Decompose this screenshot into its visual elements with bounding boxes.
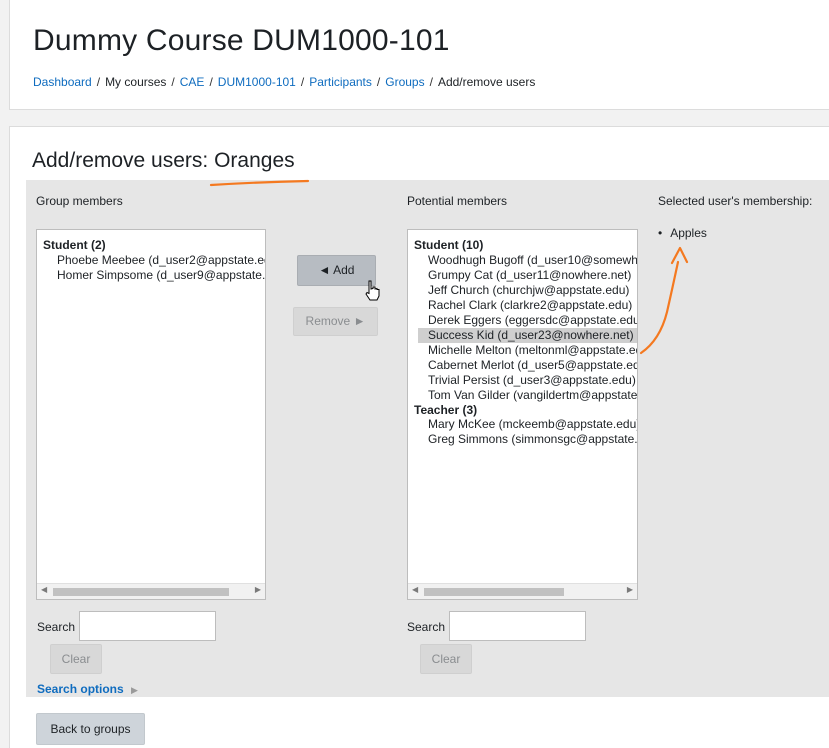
breadcrumb: Dashboard / My courses / CAE / DUM1000-101/Par… (33, 75, 536, 89)
scroll-right-icon[interactable]: ▶ (627, 585, 633, 594)
scroll-left-icon[interactable]: ◀ (41, 585, 47, 594)
breadcrumb-current: Add/remove users (437, 75, 536, 89)
scroll-left-icon[interactable]: ◀ (412, 585, 418, 594)
breadcrumb-participants[interactable]: Participants (309, 75, 372, 89)
list-item[interactable]: Michelle Melton (meltonml@appstate.edu) (408, 343, 637, 358)
caret-right-icon[interactable]: ▶ (131, 685, 138, 695)
search-options-link[interactable]: Search options ▶ (37, 682, 138, 696)
list-item[interactable]: Rachel Clark (clarkre2@appstate.edu) (408, 298, 637, 313)
add-button[interactable]: ◄ Add (297, 255, 376, 286)
group-members-label: Group members (36, 194, 123, 208)
list-item[interactable]: Phoebe Meebee (d_user2@appstate.edu) (37, 253, 265, 268)
list-item[interactable]: Tom Van Gilder (vangildertm@appstate.edu… (408, 388, 637, 403)
search-label: Search (407, 620, 446, 634)
list-item[interactable]: Derek Eggers (eggersdc@appstate.edu) (408, 313, 637, 328)
scrollbar-thumb[interactable] (424, 588, 564, 596)
list-item-selected[interactable]: Success Kid (d_user23@nowhere.net) (418, 327, 637, 343)
list-item[interactable]: Jeff Church (churchjw@appstate.edu) (408, 283, 637, 298)
breadcrumb-my-courses: My courses (105, 75, 167, 89)
scrollbar-thumb[interactable] (53, 588, 229, 596)
page-title-prefix: Add/remove users: (32, 149, 215, 172)
group-members-select[interactable]: Student (2) Phoebe Meebee (d_user2@appst… (36, 229, 266, 600)
page-header: Dummy Course DUM1000-101 Dashboard / My co… (9, 0, 829, 110)
breadcrumb-course[interactable]: DUM1000-101 (218, 75, 296, 89)
group-members-search-input[interactable] (79, 611, 216, 641)
main-region: Add/remove users: Oranges Group members … (9, 126, 829, 748)
membership-list: Apples (658, 226, 707, 240)
breadcrumb-dashboard[interactable]: Dashboard (33, 75, 92, 89)
optgroup-label: Teacher (3) (414, 402, 478, 417)
search-options-label[interactable]: Search options (37, 682, 124, 696)
list-item[interactable]: Cabernet Merlot (d_user5@appstate.edu) (408, 358, 637, 373)
membership-item: Apples (658, 226, 707, 240)
add-remove-panel: Group members Potential members Selected… (26, 180, 829, 697)
list-item[interactable]: Trivial Persist (d_user3@appstate.edu) (408, 373, 637, 388)
course-title: Dummy Course DUM1000-101 (33, 24, 450, 57)
page-title: Add/remove users: Oranges (32, 149, 295, 173)
potential-members-clear-button[interactable]: Clear (420, 644, 472, 674)
search-label: Search (37, 620, 76, 634)
list-item[interactable]: Woodhugh Bugoff (d_user10@somewhere.net) (408, 253, 637, 268)
horizontal-scrollbar[interactable]: ◀ ▶ (408, 583, 637, 599)
membership-label: Selected user's membership: (658, 194, 813, 208)
breadcrumb-groups[interactable]: Groups (385, 75, 424, 89)
potential-members-select[interactable]: Student (10) Woodhugh Bugoff (d_user10@s… (407, 229, 638, 600)
list-item[interactable]: Mary McKee (mckeemb@appstate.edu) (408, 417, 637, 432)
list-item[interactable]: Homer Simpsome (d_user9@appstate.edu) (37, 268, 265, 283)
group-name: Oranges (214, 149, 295, 172)
horizontal-scrollbar[interactable]: ◀ ▶ (37, 583, 265, 599)
optgroup-label: Student (10) (414, 238, 484, 252)
back-to-groups-button[interactable]: Back to groups (36, 713, 145, 745)
remove-button[interactable]: Remove ► (293, 307, 378, 336)
potential-members-search-input[interactable] (449, 611, 586, 641)
list-item[interactable]: Grumpy Cat (d_user11@nowhere.net) (408, 268, 637, 283)
list-item[interactable]: Greg Simmons (simmonsgc@appstate.edu) (408, 432, 637, 447)
scroll-right-icon[interactable]: ▶ (255, 585, 261, 594)
optgroup-label: Student (2) (43, 238, 106, 252)
breadcrumb-cae[interactable]: CAE (180, 75, 205, 89)
group-members-clear-button[interactable]: Clear (50, 644, 102, 674)
potential-members-label: Potential members (407, 194, 508, 208)
